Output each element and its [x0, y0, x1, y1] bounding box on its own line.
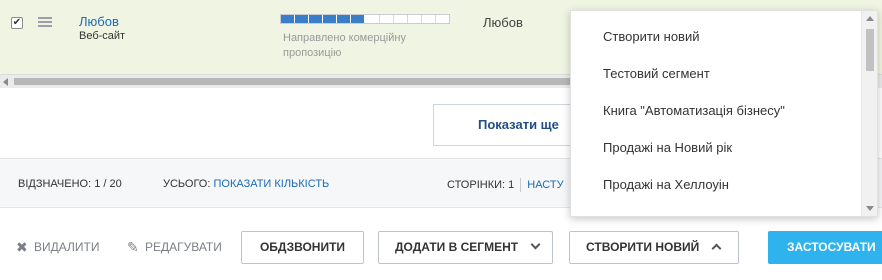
contact-name-link[interactable]: Любов — [79, 14, 119, 29]
progress-segment — [323, 15, 338, 23]
progress-segment — [295, 15, 310, 23]
add-segment-label: Додати в сегмент — [395, 240, 519, 254]
segment-option[interactable]: Тестовий сегмент — [571, 55, 877, 92]
progress-segment — [436, 15, 449, 23]
edit-action[interactable]: ✎ Редагувати — [127, 239, 222, 256]
total-count: Усього: Показати кількість — [163, 178, 329, 190]
chevron-up-icon — [711, 243, 722, 254]
pagination: Сторінки: 1 Насту — [447, 178, 564, 192]
dropdown-scrollbar[interactable] — [861, 11, 877, 216]
contact-source: Веб-сайт — [79, 30, 126, 42]
current-page[interactable]: 1 — [508, 179, 514, 191]
scroll-down-icon[interactable] — [866, 206, 874, 211]
progress-segment — [422, 15, 436, 23]
chevron-down-icon — [530, 239, 541, 250]
edit-label: Редагувати — [145, 240, 222, 254]
progress-segment — [394, 15, 408, 23]
segment-options: Створити новий Тестовий сегмент Книга "Авт… — [571, 11, 877, 216]
create-new-label: Створити новий — [586, 240, 700, 254]
delete-label: Видалити — [34, 240, 100, 254]
pages-divider — [520, 178, 522, 192]
call-label: Обдзвонити — [259, 240, 346, 254]
pencil-icon: ✎ — [127, 239, 139, 255]
scroll-left-icon[interactable] — [3, 78, 8, 86]
pages-label: Сторінки: — [447, 178, 506, 191]
segment-dropdown-menu: Створити новий Тестовий сегмент Книга "Авт… — [570, 10, 878, 217]
progress-segment — [281, 15, 296, 23]
total-label: Усього: — [163, 178, 211, 190]
progress-segment — [365, 15, 380, 23]
stage-label: Направлено комерційну пропозицію — [283, 32, 406, 59]
show-count-link[interactable]: Показати кількість — [213, 178, 329, 190]
selected-count: Відзначено: 1 / 20 — [18, 178, 122, 190]
next-page-link[interactable]: Насту — [527, 179, 563, 191]
segment-option[interactable]: Створити новий — [571, 18, 877, 55]
stage-progress-bar — [280, 14, 450, 24]
progress-segment — [309, 15, 324, 23]
segment-option[interactable]: Книга "Автоматизація бізнесу" — [571, 92, 877, 129]
segment-option[interactable]: Продажі на Новий рік — [571, 129, 877, 166]
scroll-up-icon[interactable] — [866, 16, 874, 21]
selected-label: Відзначено: — [18, 178, 92, 190]
scrollbar-thumb[interactable] — [14, 78, 574, 85]
progress-segment — [380, 15, 394, 23]
progress-segment — [408, 15, 422, 23]
bulk-actions-toolbar: ✖ Видалити ✎ Редагувати Обдзвонити Додати … — [0, 222, 882, 272]
page: ✔ Любов Веб-сайт Направлено комерційну п… — [0, 0, 882, 280]
dropdown-scrollbar-thumb[interactable] — [866, 29, 874, 71]
call-button[interactable]: Обдзвонити — [241, 231, 364, 264]
create-new-button[interactable]: Створити новий — [569, 231, 739, 264]
drag-handle-icon[interactable] — [38, 17, 52, 29]
owner-name: Любов — [483, 15, 523, 30]
close-icon: ✖ — [16, 239, 28, 255]
segment-option[interactable]: Продажі на День закоханих — [571, 203, 877, 216]
progress-segment — [337, 15, 352, 23]
apply-button[interactable]: Застосувати — [768, 231, 882, 264]
selected-value: 1 / 20 — [94, 178, 122, 190]
add-to-segment-button[interactable]: Додати в сегмент — [378, 231, 553, 264]
segment-option[interactable]: Продажі на Хеллоуін — [571, 166, 877, 203]
delete-action[interactable]: ✖ Видалити — [16, 239, 99, 256]
progress-segment — [351, 15, 366, 23]
row-checkbox[interactable]: ✔ — [11, 17, 23, 29]
